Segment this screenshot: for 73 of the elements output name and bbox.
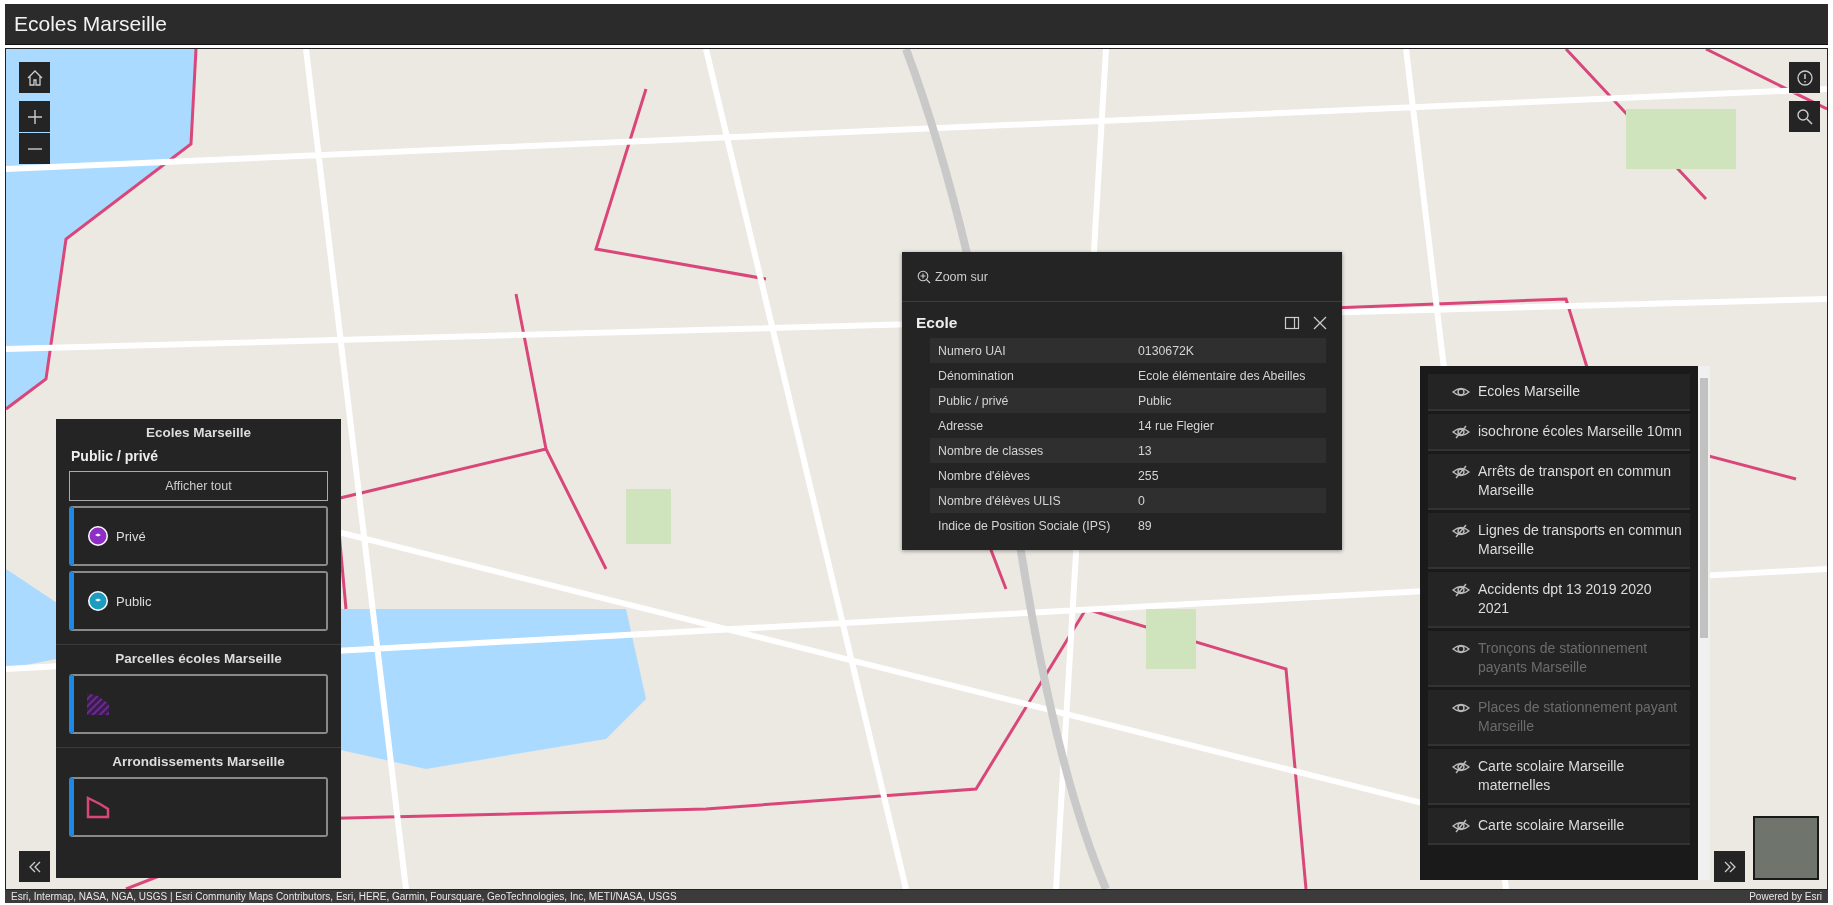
eye-slash-icon[interactable] [1452,424,1470,440]
layer-title: Accidents dpt 13 2019 2020 2021 [1478,580,1653,618]
layer-title: isochrone écoles Marseille 10mn [1478,422,1682,441]
field-value: 0 [1130,488,1326,513]
app-title: Ecoles Marseille [14,12,167,36]
info-button[interactable] [1789,62,1820,93]
eye-slash-icon[interactable] [1452,464,1470,480]
home-button[interactable] [19,62,50,93]
field-label: Nombre d'élèves ULIS [930,488,1130,513]
field-value: 14 rue Flegier [1130,413,1326,438]
field-label: Nombre de classes [930,438,1130,463]
layer-title: Tronçons de stationnement payants Marseille [1478,639,1649,677]
eye-slash-icon[interactable] [1452,582,1470,598]
hatched-polygon-icon [86,692,110,716]
layer-title: Ecoles Marseille [1478,382,1580,401]
zoom-out-icon [27,147,42,150]
popup-title: Ecole [916,314,959,332]
attribution-text: Esri, Intermap, NASA, NGA, USGS | Esri Community Maps Contributors, Esri, HERE, Garmin, Foursquare, GeoTechnologies, Inc, METI/NASA, USGS [11,891,677,902]
show-all-button[interactable]: Afficher tout [69,471,328,501]
zoom-out-button[interactable] [19,133,50,164]
polygon-outline-icon [86,795,110,819]
zoom-in-icon [27,109,42,124]
field-value: 13 [1130,438,1326,463]
layer-item[interactable]: Lignes de transports en commun Marseille [1428,513,1690,569]
powered-by-link[interactable]: Powered by Esri [1749,891,1822,902]
legend-layer-title: Arrondissements Marseille [111,754,286,769]
layer-title: Arrêts de transport en commun Marseille [1478,462,1672,500]
field-label: Public / privé [930,388,1130,413]
field-value: 89 [1130,513,1326,538]
layer-item[interactable]: Accidents dpt 13 2019 2020 2021 [1428,572,1690,628]
eye-slash-icon[interactable] [1452,759,1470,775]
dock-icon [1284,315,1300,331]
field-label: Dénomination [930,363,1130,388]
info-icon [1795,68,1814,87]
zoom-in-button[interactable] [19,101,50,132]
legend-layer-title: Parcelles écoles Marseille [114,651,283,666]
search-icon [1795,107,1814,126]
layer-item[interactable]: Arrêts de transport en commun Marseille [1428,454,1690,510]
zoom-to-button[interactable]: Zoom sur [917,269,988,284]
zoom-in-icon [917,269,931,284]
legend-item[interactable]: Public [69,571,328,631]
layer-title: Lignes de transports en commun Marseille [1478,521,1682,559]
legend-item-label: Public [116,593,152,609]
close-icon [1312,315,1328,331]
layer-item[interactable]: Ecoles Marseille [1428,374,1690,411]
home-icon [25,68,44,87]
legend-item[interactable] [69,777,328,837]
layer-title: Carte scolaire Marseille [1478,816,1625,835]
scrollbar[interactable] [1698,366,1710,880]
eye-slash-icon[interactable] [1452,523,1470,539]
basemap-thumbnail[interactable] [1753,816,1819,880]
field-label: Adresse [930,413,1130,438]
field-value: 255 [1130,463,1326,488]
layer-title: Places de stationnement payant Marseille [1478,698,1679,736]
field-value: 0130672K [1130,338,1326,363]
eye-slash-icon[interactable] [1452,818,1470,834]
layer-item[interactable]: Carte scolaire Marseille maternelles [1428,749,1690,805]
field-value: Public [1130,388,1326,413]
layer-item[interactable]: Carte scolaire Marseille [1428,808,1690,845]
search-button[interactable] [1789,101,1820,132]
layer-item[interactable]: isochrone écoles Marseille 10mn [1428,414,1690,451]
layer-title: Carte scolaire Marseille maternelles [1478,757,1626,795]
expand-button[interactable] [1714,851,1745,882]
field-label: Numero UAI [930,338,1130,363]
legend-layer-title: Ecoles Marseille [144,425,253,440]
expand-button[interactable] [19,851,50,882]
legend-item[interactable]: Privé [69,506,328,566]
legend-field-title: Public / privé [71,448,160,464]
legend-item-label: Privé [116,528,146,544]
field-label: Nombre d'élèves [930,463,1130,488]
legend-item[interactable] [69,674,328,734]
field-value: Ecole élémentaire des Abeilles [1130,363,1326,388]
field-label: Indice de Position Sociale (IPS) [930,513,1130,538]
